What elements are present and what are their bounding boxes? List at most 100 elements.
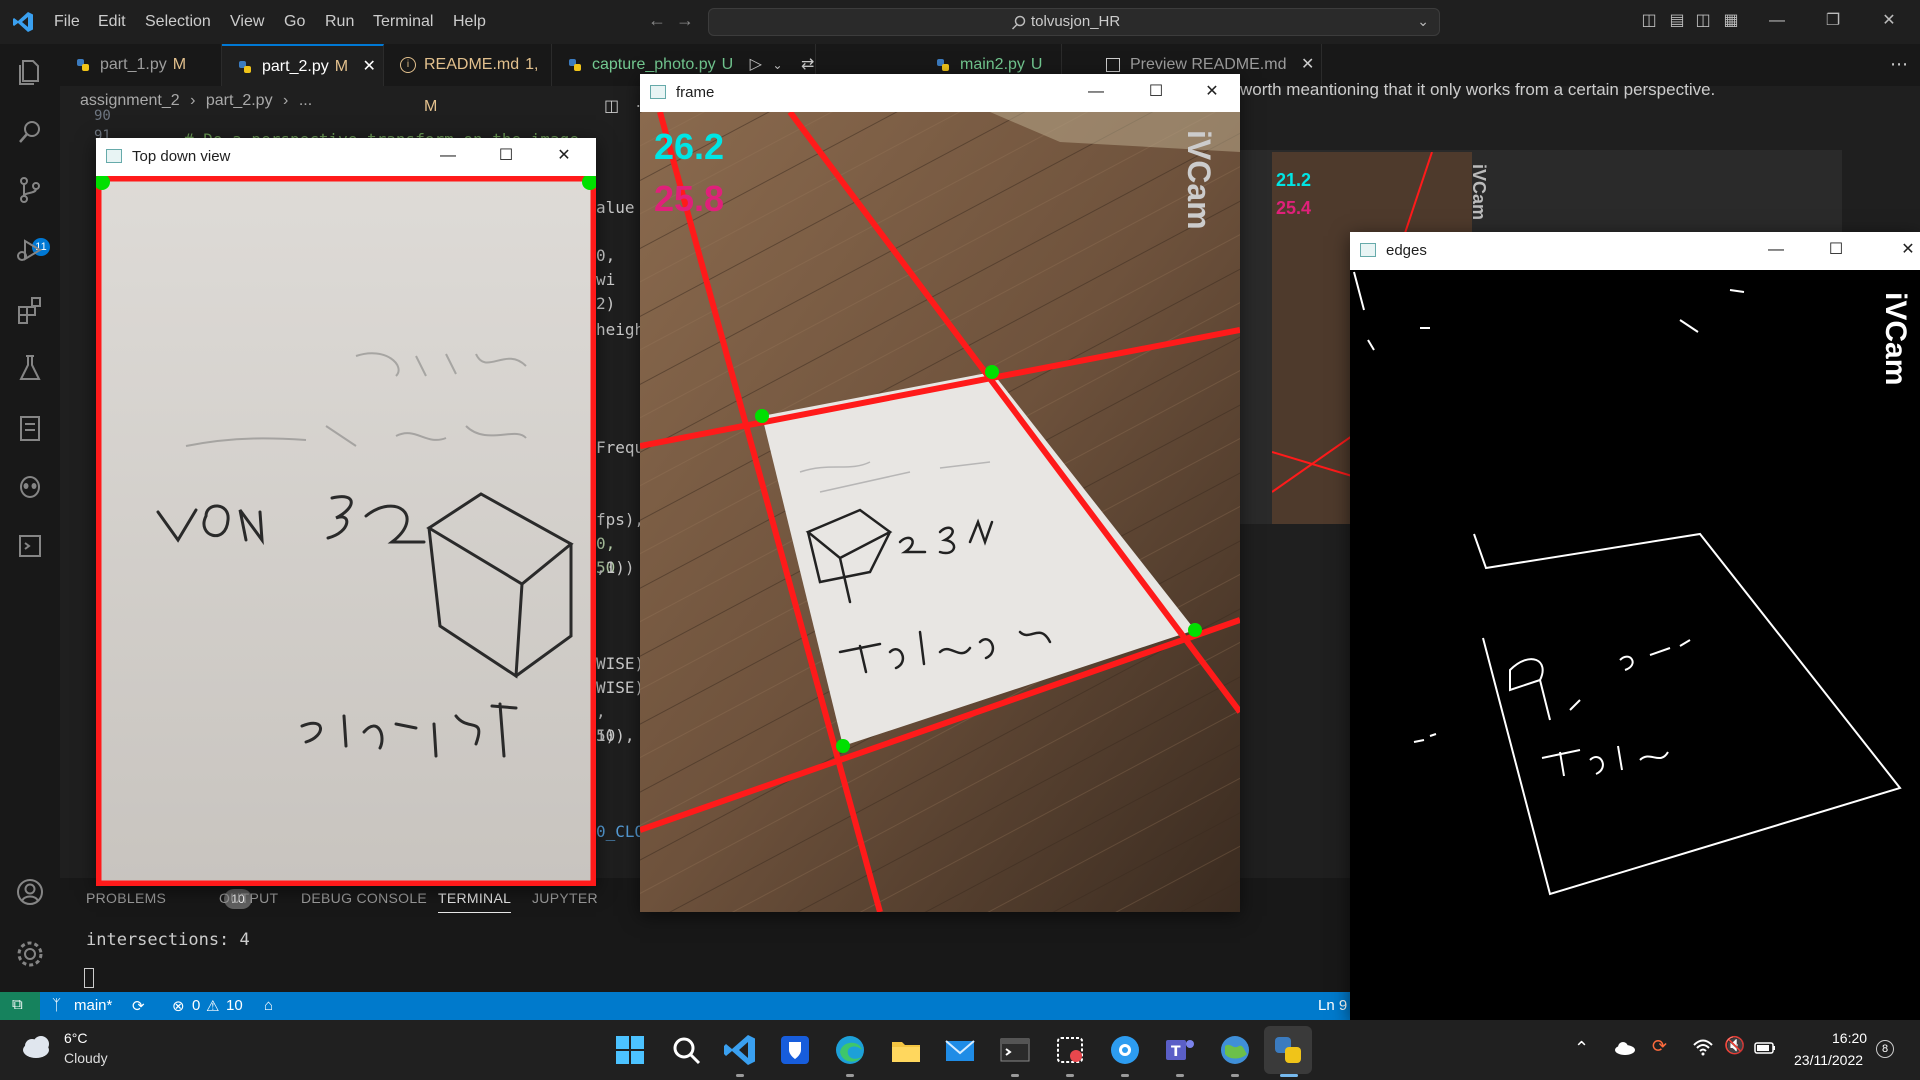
panel-tab-jupyter[interactable]: JUPYTER: [532, 890, 598, 906]
explorer-icon[interactable]: [14, 56, 46, 88]
vscode-taskbar-icon[interactable]: [722, 1032, 758, 1068]
tab-readme[interactable]: i README.md 1, M: [384, 44, 552, 115]
forward-arrow-icon[interactable]: →: [676, 10, 694, 31]
menu-view[interactable]: View: [230, 13, 264, 31]
notification-count-badge[interactable]: 8: [1876, 1040, 1894, 1058]
frame-window[interactable]: frame — ☐ ✕ 26.2 25.8 iVCam: [640, 74, 1240, 912]
close-tab-icon[interactable]: ✕: [1301, 56, 1314, 73]
menu-edit[interactable]: Edit: [98, 13, 126, 31]
tab-part-2[interactable]: part_2.py M ✕: [222, 44, 384, 86]
weather-desc[interactable]: Cloudy: [64, 1050, 108, 1066]
source-control-icon[interactable]: [14, 174, 46, 206]
remote-indicator[interactable]: ⧉: [0, 992, 40, 1020]
run-file-icon[interactable]: ▷: [750, 56, 762, 73]
back-arrow-icon[interactable]: ←: [648, 10, 666, 31]
notebook-icon[interactable]: [14, 412, 46, 444]
toggle-panel-icon[interactable]: ▤: [1668, 12, 1686, 30]
minimize-icon[interactable]: —: [1768, 12, 1786, 30]
breadcrumb-folder[interactable]: assignment_2: [80, 92, 180, 109]
panel-tab-debug-console[interactable]: DEBUG CONSOLE: [301, 890, 427, 906]
maximize-icon[interactable]: ☐: [494, 144, 518, 168]
toggle-sidebar-icon[interactable]: ◫: [1640, 12, 1658, 30]
terminal-cursor[interactable]: [84, 968, 94, 988]
testing-icon[interactable]: [14, 352, 46, 384]
errors-count[interactable]: 0: [192, 997, 200, 1014]
close-icon[interactable]: ✕: [1880, 12, 1898, 30]
sync-status-icon[interactable]: ⟳: [1652, 1036, 1667, 1057]
toggle-secondary-sidebar-icon[interactable]: ◫: [1694, 12, 1712, 30]
chevron-down-icon[interactable]: ⌄: [1417, 13, 1429, 30]
minimize-icon[interactable]: —: [436, 144, 460, 168]
python-app-icon[interactable]: [1270, 1032, 1306, 1068]
panel-tab-terminal[interactable]: TERMINAL: [438, 890, 512, 913]
command-center-search[interactable]: tolvusjon_HR ⌄: [708, 8, 1440, 36]
minimize-icon[interactable]: —: [1764, 238, 1788, 262]
restore-icon[interactable]: ❐: [1824, 12, 1842, 30]
edge-browser-icon[interactable]: [832, 1032, 868, 1068]
sync-icon[interactable]: ⟳: [132, 997, 145, 1015]
top-down-view-titlebar[interactable]: Top down view — ☐ ✕: [96, 138, 596, 176]
warning-icon[interactable]: ⚠: [206, 997, 219, 1015]
bitwarden-icon[interactable]: [777, 1032, 813, 1068]
top-down-view-window[interactable]: Top down view — ☐ ✕: [96, 138, 596, 886]
menu-go[interactable]: Go: [284, 13, 305, 31]
maximize-icon[interactable]: ☐: [1144, 80, 1168, 104]
search-icon[interactable]: [668, 1032, 704, 1068]
file-explorer-icon[interactable]: [888, 1032, 924, 1068]
tab-label: main2.py: [960, 56, 1025, 73]
maximize-icon[interactable]: ☐: [1824, 238, 1848, 262]
globe-app-icon[interactable]: [1217, 1032, 1253, 1068]
close-icon[interactable]: ✕: [552, 144, 576, 168]
edges-window[interactable]: edges — ☐ ✕ iVCam: [1350, 232, 1920, 1020]
weather-temp[interactable]: 6°C: [64, 1030, 88, 1046]
close-icon[interactable]: ✕: [1200, 80, 1224, 104]
edges-titlebar[interactable]: edges — ☐ ✕: [1350, 232, 1920, 270]
teams-icon[interactable]: T: [1162, 1032, 1198, 1068]
mail-icon[interactable]: [942, 1032, 978, 1068]
panel-tab-problems[interactable]: PROBLEMS: [86, 890, 166, 906]
breadcrumb-symbol[interactable]: ...: [299, 92, 312, 109]
snipping-tool-icon[interactable]: [1052, 1032, 1088, 1068]
remote-explorer-icon[interactable]: [14, 530, 46, 562]
search-icon[interactable]: [14, 116, 46, 148]
show-hidden-icons-chevron-icon[interactable]: ⌃: [1574, 1038, 1589, 1059]
panel-tab-output[interactable]: OUTPUT: [219, 890, 278, 906]
tab-part-1[interactable]: part_1.py M: [60, 44, 222, 86]
volume-muted-icon[interactable]: 🔇: [1724, 1036, 1745, 1056]
ivcam-icon[interactable]: [1107, 1032, 1143, 1068]
minimize-icon[interactable]: —: [1084, 80, 1108, 104]
settings-gear-icon[interactable]: [14, 938, 46, 970]
start-windows-icon[interactable]: [612, 1032, 648, 1068]
customize-layout-icon[interactable]: ▦: [1722, 12, 1740, 30]
more-actions-icon[interactable]: ⋯: [1890, 54, 1908, 75]
frame-titlebar[interactable]: frame — ☐ ✕: [640, 74, 1240, 112]
battery-icon[interactable]: [1754, 1042, 1776, 1054]
error-icon[interactable]: ⊗: [172, 997, 185, 1015]
branch-name[interactable]: main*: [74, 997, 112, 1014]
menu-file[interactable]: File: [54, 13, 80, 31]
preview-icon: [1106, 58, 1120, 72]
terminal-icon[interactable]: [997, 1032, 1033, 1068]
breadcrumb-file[interactable]: part_2.py: [206, 92, 273, 109]
cloudy-weather-icon[interactable]: [20, 1034, 56, 1060]
account-icon[interactable]: [14, 876, 46, 908]
clock-date[interactable]: 23/11/2022: [1794, 1052, 1863, 1068]
clock-time[interactable]: 16:20: [1832, 1030, 1867, 1046]
extensions-icon[interactable]: [14, 294, 46, 326]
menu-run[interactable]: Run: [325, 13, 354, 31]
home-icon[interactable]: ⌂: [264, 997, 273, 1014]
run-debug-icon[interactable]: [14, 234, 46, 266]
warnings-count[interactable]: 10: [226, 997, 243, 1014]
wifi-icon[interactable]: [1692, 1038, 1714, 1056]
split-editor-icon[interactable]: ◫: [604, 98, 619, 115]
compare-changes-icon[interactable]: ⇄: [801, 56, 814, 73]
menu-terminal[interactable]: Terminal: [373, 13, 433, 31]
chevron-down-icon[interactable]: ⌄: [772, 58, 782, 72]
alien-extension-icon[interactable]: [14, 470, 46, 502]
menu-selection[interactable]: Selection: [145, 13, 211, 31]
cursor-position[interactable]: Ln 9: [1318, 997, 1347, 1014]
close-tab-icon[interactable]: ✕: [363, 58, 376, 75]
menu-help[interactable]: Help: [453, 13, 486, 31]
onedrive-cloud-icon[interactable]: [1614, 1040, 1636, 1056]
close-icon[interactable]: ✕: [1896, 238, 1920, 262]
